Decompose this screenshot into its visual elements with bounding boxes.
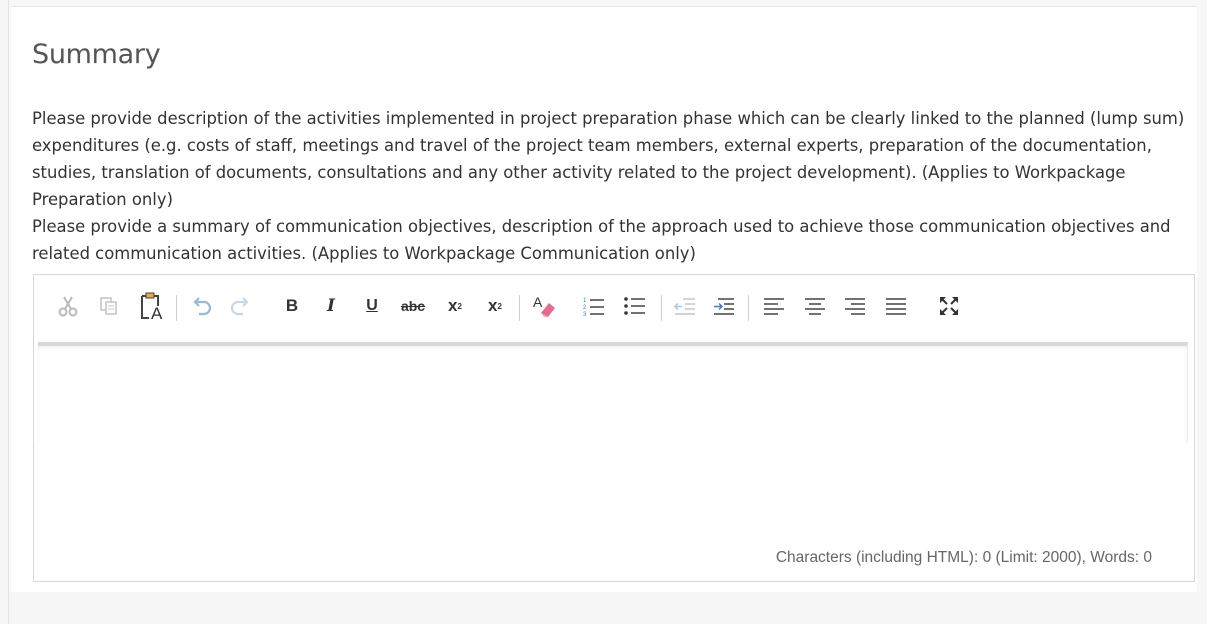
subscript-label: x: [448, 296, 458, 315]
subscript-button[interactable]: x2: [442, 293, 468, 319]
remove-format-button[interactable]: A: [531, 293, 557, 319]
indent-button[interactable]: [711, 293, 737, 319]
align-left-icon: [764, 298, 784, 315]
svg-text:1: 1: [583, 298, 587, 304]
indent-icon: [714, 298, 734, 315]
italic-label: I: [327, 296, 335, 316]
bullet-list-button[interactable]: [622, 293, 648, 319]
superscript-label: x: [488, 296, 498, 315]
toolbar-separator: [748, 295, 749, 321]
italic-button[interactable]: I: [318, 293, 344, 319]
editor-content-area[interactable]: [38, 342, 1188, 442]
superscript-button[interactable]: x2: [482, 293, 508, 319]
page-left-border: [8, 0, 9, 624]
section-description: Please provide description of the activi…: [32, 105, 1192, 267]
section-title: Summary: [32, 39, 161, 70]
align-center-button[interactable]: [802, 293, 828, 319]
bold-button[interactable]: B: [279, 293, 305, 319]
redo-icon: [230, 297, 249, 316]
justify-icon: [886, 298, 906, 315]
align-center-icon: [805, 298, 825, 315]
paste-as-text-icon: A: [141, 292, 163, 321]
align-left-button[interactable]: [761, 293, 787, 319]
outdent-button[interactable]: [672, 293, 698, 319]
outdent-icon: [673, 298, 695, 315]
toolbar-separator: [176, 295, 177, 321]
maximize-icon: [940, 297, 958, 315]
numbered-list-button[interactable]: 1 2 3: [581, 293, 607, 319]
svg-text:A: A: [151, 304, 163, 321]
copy-icon: [100, 297, 117, 315]
strikethrough-label: abc: [400, 298, 426, 314]
svg-text:2: 2: [583, 305, 587, 311]
cut-button[interactable]: [56, 293, 82, 319]
description-preparation: Please provide description of the activi…: [32, 109, 1185, 209]
maximize-button[interactable]: [936, 293, 962, 319]
editor-toolbar: A B I U abc x 2 x 2 A 1 2 3: [34, 275, 1194, 342]
numbered-list-icon: 1 2 3: [583, 298, 604, 318]
strikethrough-button[interactable]: abc: [396, 293, 430, 319]
toolbar-separator: [661, 295, 662, 321]
underline-label: U: [366, 297, 378, 314]
rich-text-editor: A B I U abc x 2 x 2 A 1 2 3 Characters (…: [33, 274, 1195, 582]
align-right-icon: [845, 298, 865, 315]
undo-icon: [193, 297, 212, 316]
paste-as-text-button[interactable]: A: [136, 292, 168, 321]
toolbar-separator: [519, 295, 520, 321]
bold-label: B: [285, 296, 299, 315]
align-right-button[interactable]: [842, 293, 868, 319]
justify-button[interactable]: [883, 293, 909, 319]
eraser-icon: A: [533, 294, 555, 317]
svg-text:3: 3: [583, 312, 587, 318]
underline-button[interactable]: U: [359, 293, 385, 319]
undo-button[interactable]: [189, 293, 215, 319]
description-communication: Please provide a summary of communicatio…: [32, 217, 1171, 263]
subscript-mark: 2: [457, 301, 462, 311]
superscript-mark: 2: [497, 301, 502, 311]
summary-panel: Summary Please provide description of th…: [11, 6, 1197, 592]
copy-button[interactable]: [96, 293, 122, 319]
svg-text:A: A: [533, 294, 543, 310]
bullet-list-icon: [624, 297, 645, 315]
redo-button[interactable]: [227, 293, 253, 319]
character-counter: Characters (including HTML): 0 (Limit: 2…: [775, 549, 1152, 566]
scissors-icon: [58, 296, 78, 317]
